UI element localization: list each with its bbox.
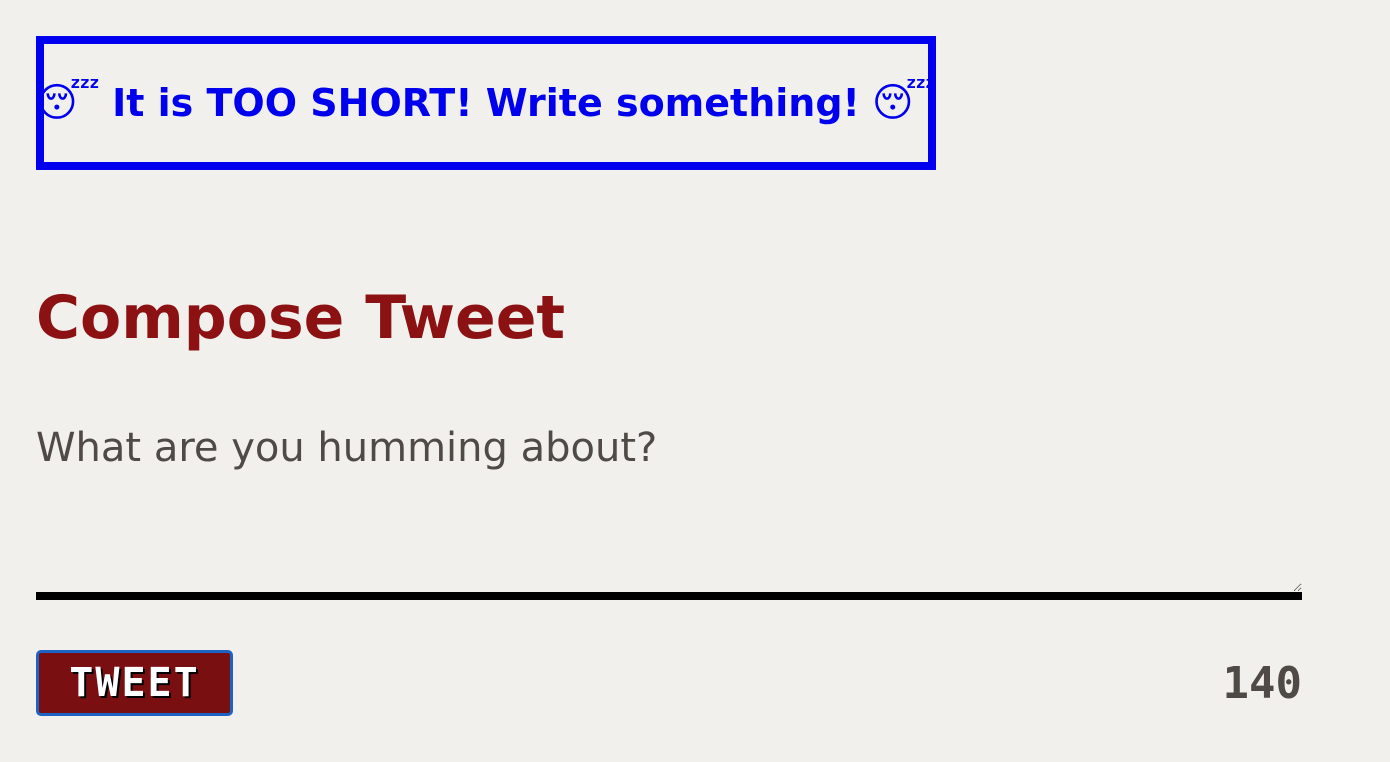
sleeping-face-icon: 😴	[871, 80, 937, 126]
character-counter: 140	[1222, 658, 1302, 709]
tweet-button[interactable]: TWEET	[36, 650, 233, 716]
tweet-textarea[interactable]	[36, 414, 1302, 600]
alert-message: It is TOO SHORT! Write something!	[112, 81, 860, 125]
validation-alert: 😴 It is TOO SHORT! Write something! 😴	[36, 36, 936, 170]
sleeping-face-icon: 😴	[35, 80, 101, 126]
page-title: Compose Tweet	[36, 283, 566, 353]
